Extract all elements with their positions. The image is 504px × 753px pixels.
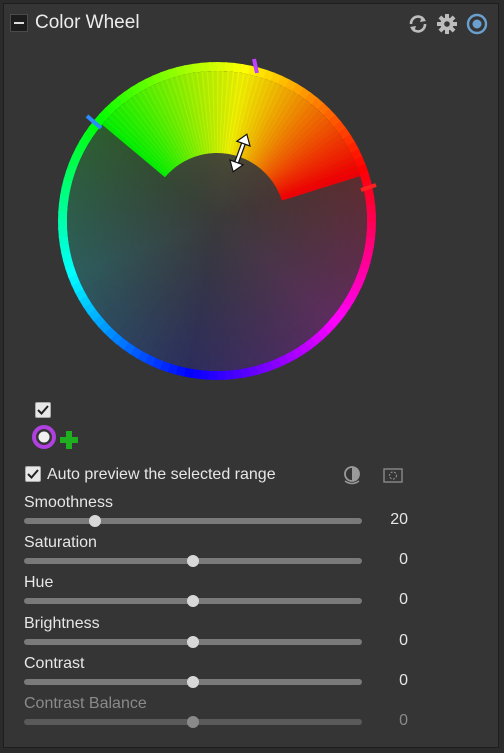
slider-label: Contrast Balance (24, 695, 147, 712)
slider-hue: Hue 0 (24, 574, 484, 614)
selection-preview-icon[interactable] (382, 464, 404, 486)
slider-label: Saturation (24, 534, 97, 551)
slider-thumb (187, 716, 199, 728)
slider-label: Hue (24, 574, 54, 591)
range-picker-swatch[interactable] (31, 424, 57, 450)
add-range-icon[interactable] (58, 429, 80, 451)
auto-preview-row: Auto preview the selected range (25, 464, 485, 486)
slider-thumb[interactable] (187, 676, 199, 688)
slider-value: 0 (399, 551, 408, 568)
slider-thumb[interactable] (187, 636, 199, 648)
slider-contrast-balance: Contrast Balance 0 (24, 695, 484, 735)
slider-track[interactable] (24, 518, 362, 524)
auto-preview-checkbox[interactable] (25, 466, 41, 482)
slider-label: Contrast (24, 655, 85, 672)
slider-value: 0 (399, 632, 408, 649)
slider-thumb[interactable] (187, 555, 199, 567)
slider-contrast: Contrast 0 (24, 655, 484, 695)
slider-thumb[interactable] (88, 515, 101, 527)
slider-thumb[interactable] (187, 595, 199, 607)
slider-value: 0 (399, 591, 408, 608)
slider-saturation: Saturation 0 (24, 534, 484, 574)
mask-preview-icon[interactable] (341, 464, 363, 486)
auto-preview-label: Auto preview the selected range (47, 466, 276, 483)
check-icon (27, 469, 39, 479)
slider-value: 0 (399, 712, 408, 729)
slider-label: Brightness (24, 615, 100, 632)
color-wheel[interactable] (4, 4, 500, 394)
slider-brightness: Brightness 0 (24, 615, 484, 655)
color-wheel-panel: Color Wheel Auto preview the selected ra… (3, 3, 499, 748)
slider-value: 0 (399, 672, 408, 689)
check-icon (37, 405, 49, 415)
slider-label: Smoothness (24, 494, 113, 511)
slider-value: 20 (390, 511, 408, 528)
range-enable-checkbox[interactable] (35, 402, 51, 418)
slider-smoothness: Smoothness 20 (24, 494, 484, 534)
